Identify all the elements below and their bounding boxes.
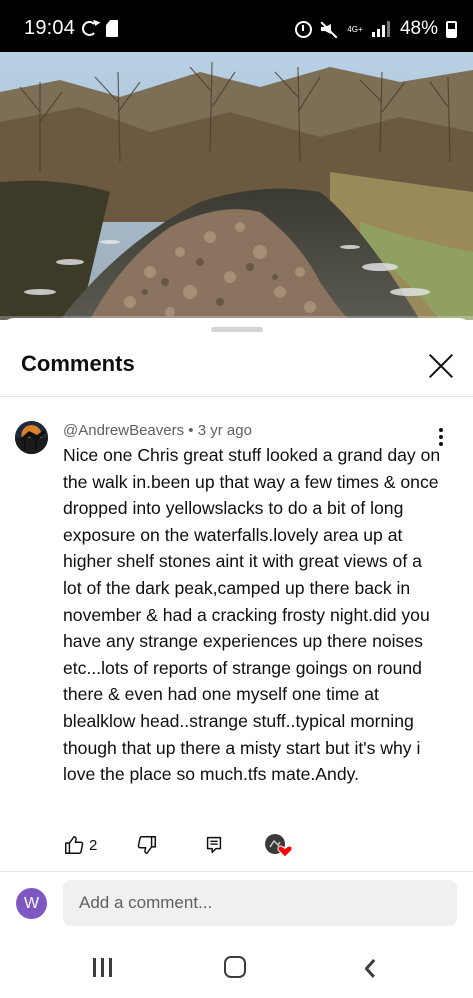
- thumbs-up-icon: [65, 836, 84, 854]
- status-time: 19:04: [24, 17, 76, 39]
- comment-age: 3 yr ago: [197, 422, 252, 439]
- comment-meta: @AndrewBeavers • 3 yr ago: [63, 422, 252, 439]
- back-icon[interactable]: [362, 958, 376, 978]
- like-button[interactable]: 2: [63, 834, 113, 856]
- reply-button[interactable]: [203, 834, 227, 856]
- mute-icon: [320, 20, 338, 38]
- reply-icon: [206, 836, 222, 854]
- divider: [0, 871, 473, 872]
- like-count: 2: [89, 837, 98, 854]
- avatar-image: [15, 421, 48, 454]
- comment-author-avatar[interactable]: [15, 421, 48, 454]
- network-4g-icon: 4G+: [347, 24, 363, 34]
- signal-icon: [371, 21, 392, 37]
- drag-handle[interactable]: [211, 327, 263, 332]
- thumbs-down-icon: [137, 836, 156, 854]
- meta-separator: •: [188, 422, 194, 439]
- comment-author[interactable]: @AndrewBeavers: [63, 422, 184, 439]
- comment-text: Nice one Chris great stuff looked a gran…: [63, 445, 441, 785]
- recents-icon[interactable]: [92, 958, 114, 977]
- comments-sheet: Comments @AndrewBeavers • 3 yr ago Nice …: [0, 318, 473, 938]
- video-frame: [0, 52, 473, 320]
- sd-card-icon: [106, 20, 118, 37]
- video-player[interactable]: [0, 52, 473, 320]
- divider: [0, 396, 473, 397]
- battery-icon: [446, 20, 457, 38]
- sync-icon: [82, 21, 97, 36]
- close-icon[interactable]: [427, 351, 455, 379]
- status-bar: 19:04 4G+ 48%: [0, 0, 473, 52]
- creator-heart-icon: [265, 834, 293, 858]
- heart-icon: [277, 845, 293, 858]
- user-avatar: W: [16, 888, 47, 919]
- dislike-button[interactable]: [136, 834, 160, 856]
- comments-title: Comments: [21, 351, 135, 376]
- home-icon[interactable]: [224, 956, 246, 978]
- status-icons: 4G+ 48%: [294, 17, 457, 41]
- creator-heart: [264, 834, 294, 858]
- alarm-icon: [294, 20, 312, 38]
- system-nav-bar: [0, 938, 473, 998]
- add-comment-input[interactable]: [63, 880, 457, 926]
- battery-percent: 48%: [399, 18, 438, 39]
